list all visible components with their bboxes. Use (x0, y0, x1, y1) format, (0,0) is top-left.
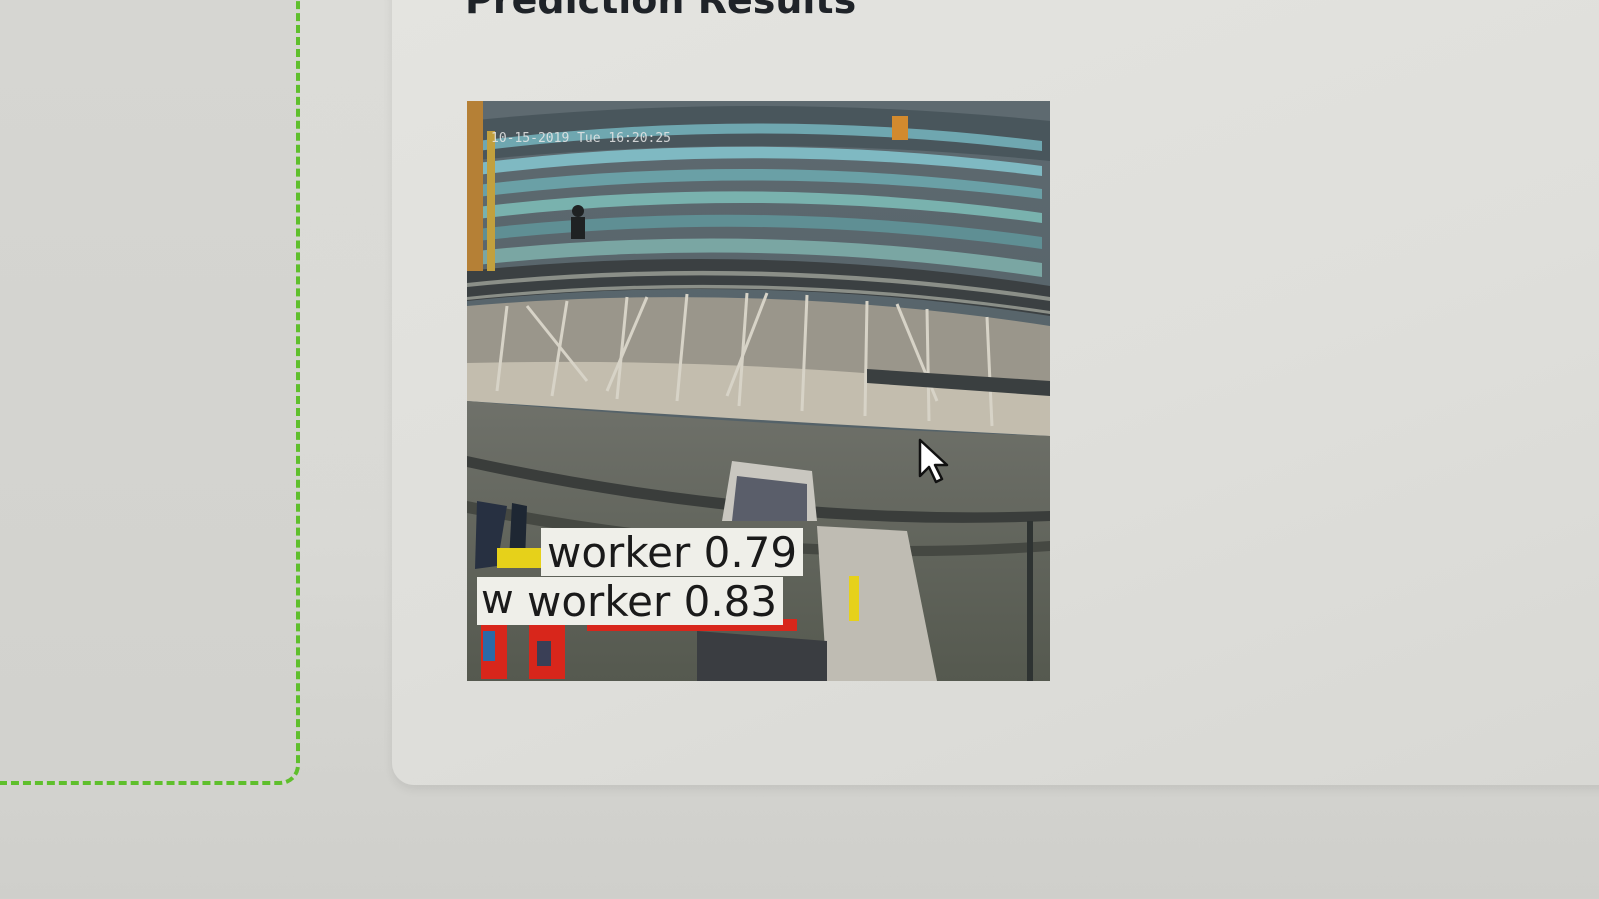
image-upload-dropzone[interactable] (0, 0, 300, 785)
detection-label: worker 0.79 (541, 528, 804, 577)
page: Prediction Results w 10-15-2019 Tue 16:2… (0, 0, 1599, 899)
prediction-result-image: w 10-15-2019 Tue 16:20:25 worker 0.79 wo… (467, 101, 1050, 681)
camera-timestamp: 10-15-2019 Tue 16:20:25 (491, 131, 672, 146)
svg-text:w: w (481, 577, 514, 623)
mouse-pointer-icon (918, 438, 949, 484)
detection-label: worker 0.83 (521, 577, 784, 626)
prediction-results-title: Prediction Results (465, 0, 857, 22)
